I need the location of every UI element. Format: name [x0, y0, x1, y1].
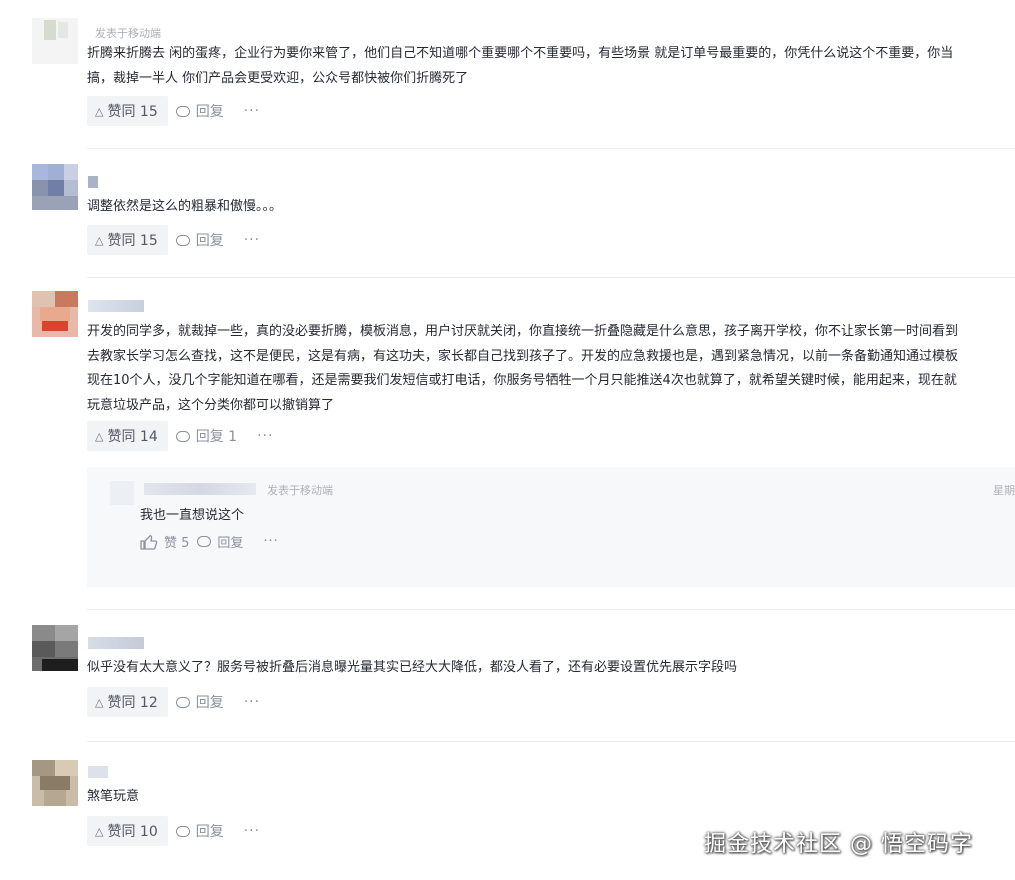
reply-reply-label: 回复 — [217, 536, 244, 551]
comment-icon — [197, 536, 212, 547]
comment-icon — [175, 105, 190, 117]
reply-button[interactable]: 回复 — [175, 101, 224, 121]
comment-text: 煞笔玩意 — [87, 785, 1015, 810]
reply-like-count: 赞 5 — [164, 536, 190, 551]
more-icon[interactable]: ··· — [263, 534, 278, 549]
divider — [87, 148, 1015, 149]
thumbs-up-icon — [140, 534, 158, 550]
upvote-icon: △ — [95, 429, 104, 443]
reply-label: 回复 — [195, 233, 224, 249]
reply-label: 回复 1 — [195, 429, 238, 445]
more-icon[interactable]: ··· — [257, 428, 273, 444]
like-button[interactable]: △ 赞同 15 — [87, 225, 168, 255]
reply-username[interactable] — [144, 483, 256, 495]
avatar[interactable] — [32, 18, 78, 64]
comment-icon — [175, 234, 190, 246]
reply-button[interactable]: 回复 — [175, 692, 224, 712]
watermark: 掘金技术社区 @ 悟空码字 — [704, 832, 973, 857]
post-source: 发表于移动端 — [95, 27, 161, 40]
comment-actions: △ 赞同 12 回复 ··· — [87, 687, 260, 717]
more-icon[interactable]: ··· — [244, 823, 260, 839]
more-icon[interactable]: ··· — [244, 103, 260, 119]
comment-text: 折腾来折腾去 闲的蛋疼，企业行为要你来管了，他们自己不知道哪个重要哪个不重要吗，… — [87, 42, 1015, 91]
upvote-icon: △ — [95, 695, 104, 709]
avatar[interactable] — [32, 291, 78, 337]
reply-avatar[interactable] — [110, 481, 134, 505]
reply-button[interactable]: 回复 1 — [175, 426, 238, 446]
like-count: 赞同 15 — [107, 104, 158, 120]
comment-actions: △ 赞同 14 回复 1 ··· — [87, 421, 273, 451]
reply-reply-button[interactable]: 回复 — [197, 532, 243, 551]
username[interactable] — [88, 766, 108, 778]
comment-text-line: 煞笔玩意 — [87, 789, 140, 804]
like-button[interactable]: △ 赞同 14 — [87, 421, 168, 451]
like-count: 赞同 12 — [107, 695, 158, 711]
comment-text-line: 玩意垃圾产品，这个分类你都可以撤销算了 — [87, 397, 335, 413]
comment-text-line: 搞，裁掉一半人 你们产品会更受欢迎，公众号都快被你们折腾死了 — [87, 70, 469, 86]
comment-actions: △ 赞同 15 回复 ··· — [87, 225, 260, 255]
like-button[interactable]: △ 赞同 12 — [87, 687, 168, 717]
comment-text: 调整依然是这么的粗暴和傲慢。。。 — [87, 195, 1015, 220]
comment-text: 开发的同学多，就裁掉一些，真的没必要折腾，模板消息，用户讨厌就关闭，你直接统一折… — [87, 320, 1015, 418]
like-count: 赞同 15 — [107, 233, 158, 249]
reply-label: 回复 — [195, 824, 224, 840]
more-icon[interactable]: ··· — [244, 694, 260, 710]
like-count: 赞同 14 — [107, 429, 158, 445]
comment-text-line: 现在10个人，没几个字能知道在哪看，还是需要我们发短信或打电话，你服务号牺牲一个… — [87, 373, 957, 388]
comment-actions: △ 赞同 15 回复 ··· — [87, 96, 260, 126]
avatar[interactable] — [32, 760, 78, 806]
comment-text-line: 似乎没有太大意义了？服务号被折叠后消息曝光量其实已经大大降低，都没人看了，还有必… — [87, 660, 738, 675]
comment-icon — [175, 430, 190, 442]
comment-icon — [175, 696, 190, 708]
reply-actions: 赞 5 回复 ··· — [140, 532, 279, 551]
reply-text: 我也一直想说这个 — [140, 508, 245, 523]
reply-label: 回复 — [195, 695, 224, 711]
upvote-icon: △ — [95, 233, 104, 247]
comment-text-line: 折腾来折腾去 闲的蛋疼，企业行为要你来管了，他们自己不知道哪个重要哪个不重要吗，… — [87, 46, 954, 61]
upvote-icon: △ — [95, 104, 104, 118]
like-button[interactable]: △ 赞同 10 — [87, 816, 168, 846]
reply-button[interactable]: 回复 — [175, 821, 224, 841]
divider — [87, 609, 1015, 610]
divider — [87, 741, 1015, 742]
avatar[interactable] — [32, 164, 78, 210]
comment-text-line: 调整依然是这么的粗暴和傲慢。。。 — [87, 199, 283, 214]
username[interactable] — [88, 637, 144, 649]
comment-text-line: 开发的同学多，就裁掉一些，真的没必要折腾，模板消息，用户讨厌就关闭，你直接统一折… — [87, 324, 959, 339]
divider — [87, 277, 1015, 278]
reply-like-button[interactable]: 赞 5 — [140, 532, 189, 551]
reply-label: 回复 — [195, 104, 224, 120]
reply-source: 发表于移动端 — [267, 484, 333, 497]
avatar[interactable] — [32, 625, 78, 671]
comment-text-line: 去教家长学习怎么查找，这不是便民，这是有病，有这功夫，家长都自己找到孩子了。开发… — [87, 348, 959, 364]
like-button[interactable]: △ 赞同 15 — [87, 96, 168, 126]
username[interactable] — [88, 176, 98, 188]
username[interactable] — [88, 300, 144, 312]
comment-icon — [175, 825, 190, 837]
reply-time: 星期 — [993, 484, 1015, 497]
reply-button[interactable]: 回复 — [175, 230, 224, 250]
comment-actions: △ 赞同 10 回复 ··· — [87, 816, 260, 846]
upvote-icon: △ — [95, 824, 104, 838]
more-icon[interactable]: ··· — [244, 232, 260, 248]
comment-text: 似乎没有太大意义了？服务号被折叠后消息曝光量其实已经大大降低，都没人看了，还有必… — [87, 656, 1015, 681]
like-count: 赞同 10 — [107, 824, 158, 840]
